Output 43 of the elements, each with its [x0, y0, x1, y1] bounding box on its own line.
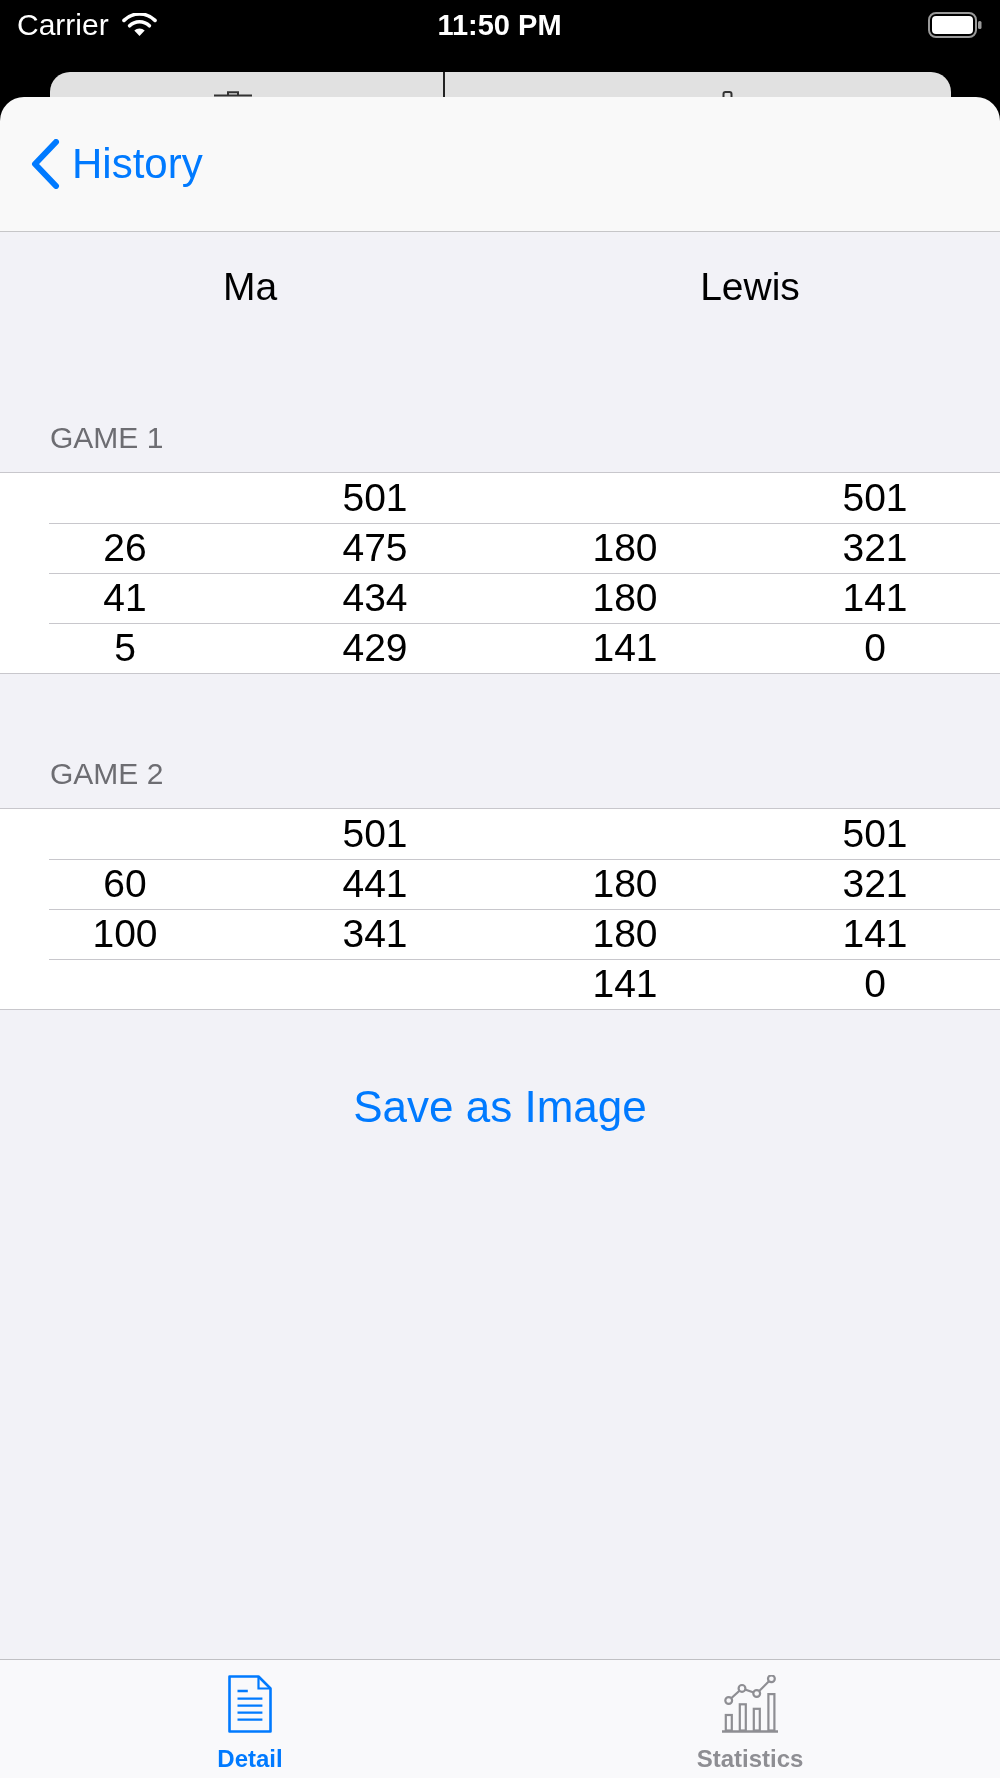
- table-cell-text: 180: [592, 911, 658, 957]
- back-button[interactable]: History: [30, 139, 203, 189]
- table-cell-text: 141: [842, 911, 908, 957]
- save-button[interactable]: Save as Image: [343, 1077, 657, 1137]
- carrier-text: Carrier: [17, 8, 109, 42]
- table-cell-text: 341: [342, 911, 408, 957]
- table-cell-text: 429: [342, 625, 408, 671]
- clipped-icon: [214, 91, 252, 97]
- table-cell-text: 60: [103, 861, 147, 907]
- battery-icon: [928, 12, 982, 38]
- table-cell-text: 141: [592, 625, 658, 671]
- time-text: 11:50 PM: [437, 8, 562, 42]
- table-cell-text: 5: [114, 625, 136, 671]
- table-cell-text: 0: [864, 625, 886, 671]
- table-cell-text: 441: [342, 861, 408, 907]
- chart-icon: [721, 1675, 779, 1733]
- clipped-icon: [722, 91, 733, 97]
- tab[interactable]: Detail: [217, 1660, 283, 1778]
- table-cell-text: 180: [592, 525, 658, 571]
- document-icon: [228, 1675, 272, 1733]
- wifi-icon: [121, 12, 157, 38]
- table-cell-text: 501: [842, 811, 908, 857]
- table-cell-text: 100: [92, 911, 158, 957]
- player-name: Lewis: [700, 266, 800, 310]
- table-cell-text: 501: [342, 475, 408, 521]
- back-chevron-icon: [30, 139, 60, 189]
- table-cell-text: 180: [592, 575, 658, 621]
- table-cell-text: 501: [342, 811, 408, 857]
- section-header: GAME 1: [50, 423, 164, 453]
- table-cell-text: 141: [842, 575, 908, 621]
- table-cell-text: 321: [842, 861, 908, 907]
- section-header: GAME 2: [50, 759, 164, 789]
- table-cell-text: 26: [103, 525, 147, 571]
- table-cell-text: 321: [842, 525, 908, 571]
- table-cell-text: 180: [592, 861, 658, 907]
- table-cell-text: 475: [342, 525, 408, 571]
- table-cell-text: 0: [864, 961, 886, 1007]
- table-cell-text: 434: [342, 575, 408, 621]
- tab[interactable]: Statistics: [696, 1660, 804, 1778]
- table-cell-text: 41: [103, 575, 147, 621]
- table-cell-text: 141: [592, 961, 658, 1007]
- player-name: Ma: [222, 266, 278, 310]
- table-cell-text: 501: [842, 475, 908, 521]
